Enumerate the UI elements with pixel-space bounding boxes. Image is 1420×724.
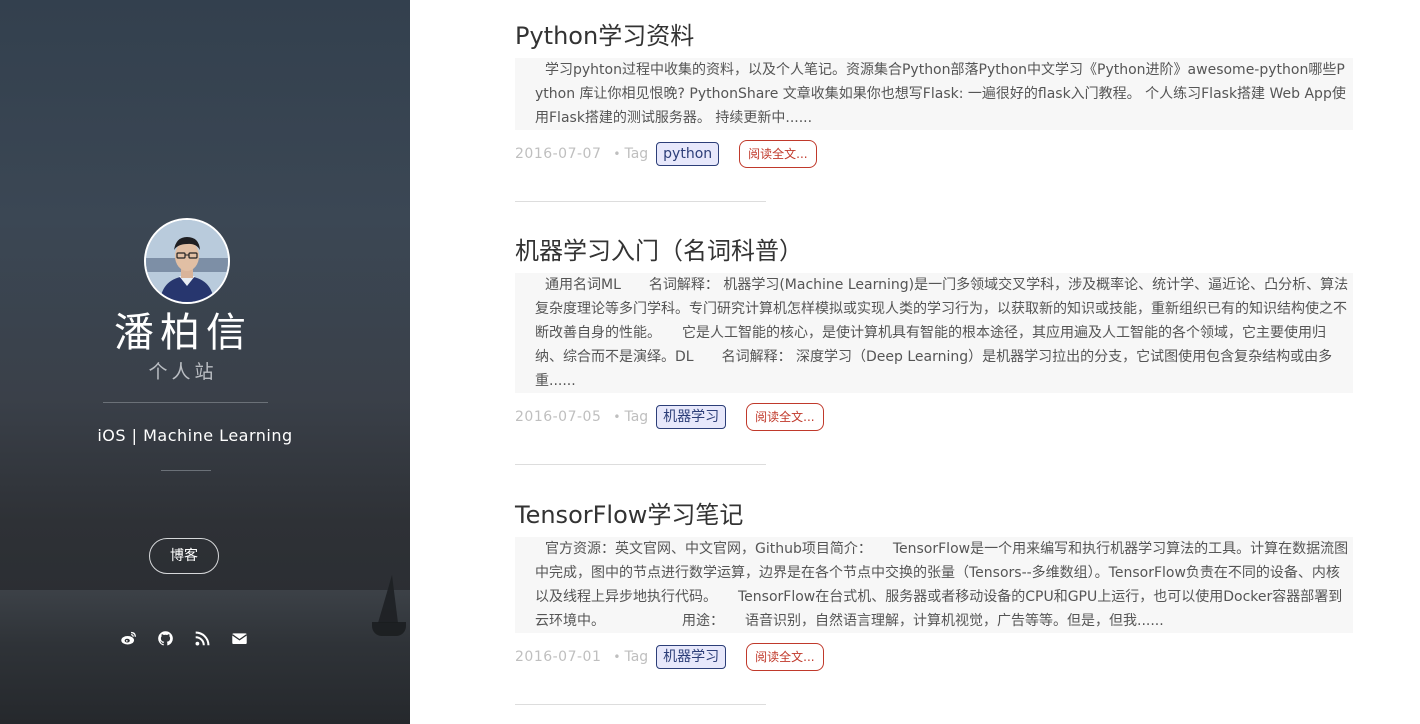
blog-button[interactable]: 博客 bbox=[149, 538, 219, 574]
read-more-button[interactable]: 阅读全文... bbox=[739, 140, 817, 168]
rss-icon[interactable] bbox=[194, 630, 211, 647]
sailboat-hull bbox=[372, 622, 406, 636]
post-title[interactable]: 机器学习入门（名词科普） bbox=[515, 235, 1353, 267]
post-date: 2016-07-01 bbox=[515, 649, 602, 665]
post-date: 2016-07-05 bbox=[515, 409, 602, 425]
tag-label: Tag bbox=[624, 146, 649, 162]
sailboat-silhouette bbox=[378, 575, 398, 623]
post-divider bbox=[515, 464, 766, 465]
avatar[interactable] bbox=[144, 218, 230, 304]
post-item: 机器学习入门（名词科普） 通用名词ML 名词解释： 机器学习(Machine L… bbox=[515, 235, 1353, 431]
post-divider bbox=[515, 704, 766, 705]
post-meta: 2016-07-07 • Tag python 阅读全文... bbox=[515, 140, 1353, 168]
mail-icon[interactable] bbox=[231, 630, 248, 647]
post-item: Python学习资料 学习pyhton过程中收集的资料，以及个人笔记。资源集合P… bbox=[515, 20, 1353, 168]
tag-label: Tag bbox=[624, 649, 649, 665]
post-list: Python学习资料 学习pyhton过程中收集的资料，以及个人笔记。资源集合P… bbox=[410, 0, 1420, 724]
github-icon[interactable] bbox=[157, 630, 174, 647]
post-meta: 2016-07-05 • Tag 机器学习 阅读全文... bbox=[515, 403, 1353, 431]
read-more-button[interactable]: 阅读全文... bbox=[746, 403, 824, 431]
bullet-dot: • bbox=[613, 147, 621, 161]
bullet-dot: • bbox=[613, 410, 621, 424]
site-owner-name: 潘柏信 bbox=[114, 310, 252, 356]
post-excerpt: 官方资源：英文官网、中文官网，Github项目简介： TensorFlow是一个… bbox=[515, 537, 1353, 633]
sea-background bbox=[0, 590, 410, 724]
sidebar-divider bbox=[103, 402, 268, 403]
post-item: TensorFlow学习笔记 官方资源：英文官网、中文官网，Github项目简介… bbox=[515, 499, 1353, 671]
social-links bbox=[120, 630, 248, 647]
read-more-button[interactable]: 阅读全文... bbox=[746, 643, 824, 671]
post-title[interactable]: Python学习资料 bbox=[515, 20, 1353, 52]
post-tag[interactable]: 机器学习 bbox=[656, 645, 727, 669]
site-tagline: iOS | Machine Learning bbox=[97, 426, 293, 445]
weibo-icon[interactable] bbox=[120, 630, 137, 647]
post-meta: 2016-07-01 • Tag 机器学习 阅读全文... bbox=[515, 643, 1353, 671]
post-divider bbox=[515, 201, 766, 202]
site-subtitle: 个人站 bbox=[148, 361, 218, 383]
sidebar: 潘柏信 个人站 iOS | Machine Learning 博客 bbox=[0, 0, 410, 724]
bullet-dot: • bbox=[613, 650, 621, 664]
sidebar-divider-short bbox=[161, 470, 211, 471]
post-title[interactable]: TensorFlow学习笔记 bbox=[515, 499, 1353, 531]
post-tag[interactable]: python bbox=[656, 142, 720, 166]
post-date: 2016-07-07 bbox=[515, 146, 602, 162]
post-excerpt: 学习pyhton过程中收集的资料，以及个人笔记。资源集合Python部落Pyth… bbox=[515, 58, 1353, 130]
post-excerpt: 通用名词ML 名词解释： 机器学习(Machine Learning)是一门多领… bbox=[515, 273, 1353, 393]
tag-label: Tag bbox=[624, 409, 649, 425]
post-tag[interactable]: 机器学习 bbox=[656, 405, 727, 429]
